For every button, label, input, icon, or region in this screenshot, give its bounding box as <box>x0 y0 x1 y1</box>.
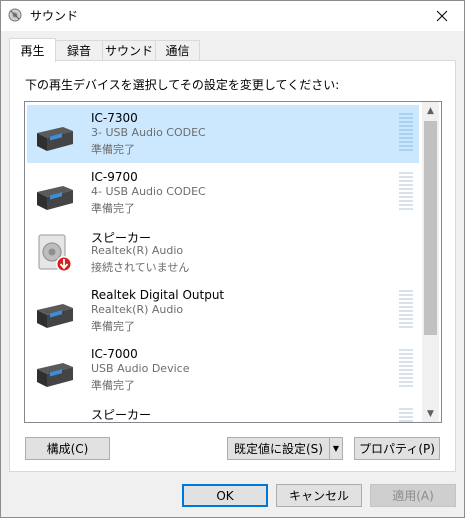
scroll-down-arrow-icon[interactable]: ▼ <box>422 405 439 422</box>
device-status: 準備完了 <box>91 320 135 333</box>
ok-button[interactable]: OK <box>182 484 268 507</box>
chevron-down-icon: ▼ <box>332 444 340 453</box>
device-name: IC-7300 <box>91 111 138 125</box>
list-item-device[interactable]: スピーカー Realtek(R) Audio 接続されていません <box>27 223 419 281</box>
volume-meter <box>399 172 413 214</box>
usb-audio-device-icon <box>37 363 73 387</box>
usb-audio-device-icon <box>33 410 77 423</box>
apply-button: 適用(A) <box>370 484 456 507</box>
scroll-up-arrow-icon[interactable]: ▲ <box>422 102 439 119</box>
tab-communications[interactable]: 通信 <box>155 40 200 60</box>
tab-playback[interactable]: 再生 <box>9 38 56 62</box>
volume-meter <box>399 290 413 332</box>
device-status: 準備完了 <box>91 202 135 215</box>
device-status: 準備完了 <box>91 379 135 392</box>
set-default-button[interactable]: 既定値に設定(S) <box>227 437 330 460</box>
list-item-device[interactable]: IC-7300 3- USB Audio CODEC 準備完了 <box>27 105 419 163</box>
usb-audio-device-icon <box>37 304 73 328</box>
device-name: IC-7000 <box>91 347 138 361</box>
volume-meter <box>399 113 413 155</box>
device-description: USB Audio Device <box>91 362 190 375</box>
close-icon <box>436 10 448 22</box>
device-status: 準備完了 <box>91 143 135 156</box>
usb-audio-device-icon <box>37 127 73 151</box>
device-description: Realtek(R) Audio <box>91 244 184 257</box>
window-title: サウンド <box>30 9 79 23</box>
device-name: Realtek Digital Output <box>91 288 225 302</box>
list-item-device[interactable]: スピーカー <box>27 400 419 423</box>
close-button[interactable] <box>420 1 464 31</box>
device-description: 3- USB Audio CODEC <box>91 126 206 139</box>
tab-sounds[interactable]: サウンド <box>102 40 156 60</box>
configure-button[interactable]: 構成(C) <box>25 437 110 460</box>
scroll-thumb[interactable] <box>424 121 437 335</box>
device-description: 4- USB Audio CODEC <box>91 185 206 198</box>
device-description: Realtek(R) Audio <box>91 303 184 316</box>
playback-instruction: 下の再生デバイスを選択してその設定を変更してください: <box>25 78 340 92</box>
list-scrollbar[interactable]: ▲ ▼ <box>422 102 439 422</box>
set-default-dropdown[interactable]: ▼ <box>329 437 343 460</box>
list-item-device[interactable]: IC-9700 4- USB Audio CODEC 準備完了 <box>27 164 419 222</box>
list-item-device[interactable]: IC-7000 USB Audio Device 準備完了 <box>27 341 419 399</box>
sound-app-icon <box>8 8 22 22</box>
usb-audio-device-icon <box>37 186 73 210</box>
tab-recording[interactable]: 録音 <box>55 40 103 60</box>
properties-button[interactable]: プロパティ(P) <box>354 437 440 460</box>
cancel-button[interactable]: キャンセル <box>276 484 362 507</box>
device-name: IC-9700 <box>91 170 138 184</box>
volume-meter <box>399 408 413 422</box>
playback-device-list[interactable]: IC-7300 3- USB Audio CODEC 準備完了 IC-9700 … <box>24 101 442 423</box>
speaker-disconnected-icon <box>38 234 72 272</box>
volume-meter <box>399 349 413 391</box>
device-status: 接続されていません <box>91 261 190 274</box>
list-item-device[interactable]: Realtek Digital Output Realtek(R) Audio … <box>27 282 419 340</box>
device-name: スピーカー <box>91 408 152 422</box>
